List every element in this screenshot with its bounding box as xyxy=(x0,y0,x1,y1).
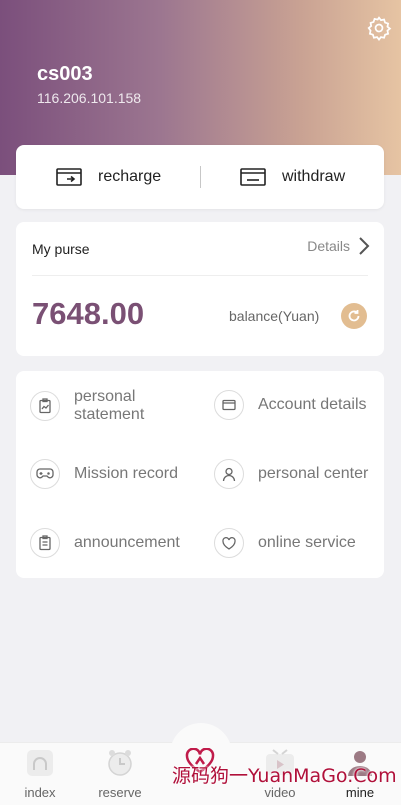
menu-label-personal-center: personal center xyxy=(258,465,369,482)
watermark-text: 源码狗一YuanMaGo.Com xyxy=(172,765,397,787)
tab-reserve[interactable]: reserve xyxy=(80,743,160,805)
chevron-right-icon xyxy=(359,237,370,255)
clock-icon xyxy=(108,750,132,776)
wallet-in-icon xyxy=(56,168,82,186)
withdraw-label: withdraw xyxy=(282,168,346,185)
menu-item-personal-statement[interactable]: personal statement xyxy=(30,388,144,424)
gear-icon[interactable] xyxy=(366,15,392,41)
gamepad-icon xyxy=(30,459,60,489)
menu-label-online-service: online service xyxy=(258,534,356,551)
action-divider xyxy=(200,166,201,188)
menu-item-mission-record[interactable]: Mission record xyxy=(30,459,178,489)
menu-item-account-details[interactable]: Account details xyxy=(214,390,367,420)
action-card: recharge withdraw xyxy=(16,145,384,209)
tab-index[interactable]: index xyxy=(0,743,80,805)
clipboard-icon xyxy=(30,528,60,558)
menu-label-account-details: Account details xyxy=(258,396,367,413)
purse-title: My purse xyxy=(32,241,90,257)
refresh-icon xyxy=(348,310,360,322)
menu-label-mission-record: Mission record xyxy=(74,465,179,482)
home-icon xyxy=(27,750,53,776)
purse-card: My purse Details 7648.00 balance(Yuan) xyxy=(16,222,384,356)
heart-chat-icon xyxy=(214,528,244,558)
username: cs003 xyxy=(37,63,93,85)
menu-item-announcement[interactable]: announcement xyxy=(30,528,180,558)
menu-item-personal-center[interactable]: personal center xyxy=(214,459,368,489)
bottom-tab-bar: index reserve video mine 源码狗一YuanMaGo.Co… xyxy=(0,723,401,805)
withdraw-button[interactable]: withdraw xyxy=(240,145,345,209)
details-link[interactable]: Details xyxy=(307,236,370,256)
tab-label-reserve: reserve xyxy=(98,785,142,800)
tab-label-index: index xyxy=(24,785,56,800)
details-label: Details xyxy=(307,238,350,254)
ip-address: 116.206.101.158 xyxy=(37,90,142,106)
menu-item-online-service[interactable]: online service xyxy=(214,528,356,558)
wallet-out-icon xyxy=(240,168,266,186)
refresh-button[interactable] xyxy=(341,303,367,329)
purse-divider xyxy=(32,275,368,276)
menu-card: personal statement Account details Missi… xyxy=(16,371,384,578)
user-icon xyxy=(214,459,244,489)
menu-label-statement-1: personal xyxy=(74,388,136,405)
balance-amount: 7648.00 xyxy=(32,296,145,331)
recharge-label: recharge xyxy=(98,168,162,185)
menu-label-announcement: announcement xyxy=(74,534,180,551)
chart-clipboard-icon xyxy=(30,391,60,421)
menu-label-statement-2: statement xyxy=(74,406,145,423)
wallet-icon xyxy=(214,390,244,420)
balance-label: balance(Yuan) xyxy=(229,308,320,324)
recharge-button[interactable]: recharge xyxy=(56,145,161,209)
